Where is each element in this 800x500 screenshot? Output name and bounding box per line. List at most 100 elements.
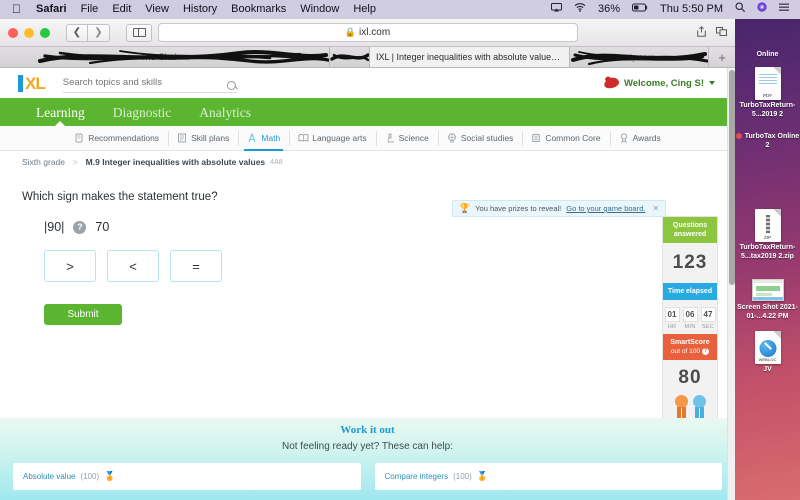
account-menu[interactable]: Welcome, Cing S! [604,78,715,89]
maximize-window-button[interactable] [40,28,50,38]
browser-tab[interactable]: ...ly.com [570,47,709,67]
subnav-item-recommendations[interactable]: Recommendations [65,126,168,151]
pdf-document-icon: PDF [755,67,781,100]
question-prompt: Which sign makes the statement true? [22,191,713,203]
submit-button[interactable]: Submit [44,304,122,325]
desktop-item-screenshot[interactable]: Screen Shot 2021-01-...4.22 PM [735,279,800,321]
help-card-link[interactable]: Compare integers [385,472,449,481]
screenshot-image-icon [752,279,784,301]
sidebar-toggle-button[interactable] [126,24,152,42]
breadcrumb-grade[interactable]: Sixth grade [22,157,65,167]
spotlight-search-icon[interactable] [730,0,750,19]
subnav-item-awards[interactable]: Awards [610,126,670,151]
subnav-item-math[interactable]: Math [238,126,289,151]
back-button[interactable]: ❮ [66,24,88,42]
battery-icon[interactable] [627,0,653,19]
siri-icon[interactable] [752,0,772,19]
menu-item-file[interactable]: File [74,0,106,19]
questions-answered-value: 123 [663,243,717,283]
desktop-item-turbotax-zip[interactable]: ZIP TurboTaxReturn-5...tax2019 2.zip [735,209,800,261]
help-icon[interactable]: ? [702,348,709,355]
menu-item-edit[interactable]: Edit [105,0,138,19]
scrollbar-thumb[interactable] [729,70,735,285]
work-it-out-subtitle: Not feeling ready yet? These can help: [0,441,735,452]
help-card-compare-integers[interactable]: Compare integers (100) 🏅 [375,463,723,490]
tab-label: The Chain... [140,52,189,62]
subnav-label: Recommendations [88,133,159,143]
address-bar-url: ixl.com [359,27,390,38]
choice-greater-than[interactable]: > [44,250,96,282]
smartscore-label: SmartScore out of 100? [663,334,717,360]
subnav-label: Skill plans [191,133,229,143]
forward-button[interactable]: ❯ [88,24,110,42]
desktop-item-turbotax-online-2[interactable]: TurboTax Online 2 [735,133,800,150]
question-mark-icon: ? [73,221,86,234]
desktop-item-online-label[interactable]: Online [735,51,800,60]
search-input[interactable] [63,77,238,88]
browser-tab[interactable]: The Chain... [0,47,330,67]
airplay-icon[interactable] [546,0,567,19]
webloc-safari-icon: WEBLOC [755,331,781,364]
new-tab-button[interactable]: + [709,47,735,67]
subnav-label: Social studies [461,133,513,143]
menu-item-view[interactable]: View [138,0,176,19]
ixl-logo[interactable]: XL [18,75,45,92]
share-icon[interactable] [697,26,706,40]
apple-menu-icon[interactable]:  [6,0,29,19]
subnav-label: Common Core [545,133,600,143]
answer-choices: > < = [44,250,713,282]
nav-item-analytics[interactable]: Analytics [185,105,265,126]
award-ribbon-icon [693,395,706,419]
wifi-icon[interactable] [569,0,591,19]
open-book-icon [298,133,308,143]
menu-item-history[interactable]: History [176,0,224,19]
redaction-scribble [330,47,370,67]
help-card-link[interactable]: Absolute value [23,472,75,481]
ixl-site-header: XL Welcome, Cing S! [0,68,735,98]
subnav-item-skill-plans[interactable]: Skill plans [168,126,238,151]
window-controls[interactable] [8,28,50,38]
award-ribbon-icon [675,395,688,419]
breadcrumb-separator: > [73,158,78,167]
subnav-label: Language arts [312,133,366,143]
help-card-absolute-value[interactable]: Absolute value (100) 🏅 [13,463,361,490]
choice-less-than[interactable]: < [107,250,159,282]
help-card-count: (100) [453,472,472,481]
help-card-count: (100) [80,472,99,481]
page-scrollbar[interactable] [727,68,735,500]
search-icon[interactable] [227,77,236,95]
subnav-item-social-studies[interactable]: Social studies [438,126,522,151]
subnav-item-science[interactable]: Science [376,126,438,151]
expression-left: |⁲90| [44,220,64,234]
menu-item-window[interactable]: Window [293,0,346,19]
menu-item-bookmarks[interactable]: Bookmarks [224,0,293,19]
subnav-item-common-core[interactable]: Common Core [522,126,609,151]
desktop-label: Online [735,51,800,60]
subnav-label: Math [261,133,280,143]
choice-equal[interactable]: = [170,250,222,282]
search-box[interactable] [63,74,238,93]
close-window-button[interactable] [8,28,18,38]
chevron-down-icon [709,81,715,85]
secondary-nav: Recommendations Skill plans Math Languag… [0,126,735,151]
tab-label: IXL | Integer inequalities with absolute… [376,52,563,62]
address-bar[interactable]: 🔒 ixl.com [158,23,578,42]
welcome-label: Welcome, Cing S! [624,78,704,89]
menu-bar-clock[interactable]: Thu 5:50 PM [655,0,728,19]
minimize-window-button[interactable] [24,28,34,38]
desktop-item-turbotax-pdf[interactable]: PDF TurboTaxReturn-5...2019 2 [735,67,800,119]
nav-item-diagnostic[interactable]: Diagnostic [99,105,186,126]
notification-center-icon[interactable] [774,0,794,19]
book-icon [177,133,187,143]
questions-answered-label: Questions answered [663,217,717,243]
menu-item-help[interactable]: Help [346,0,383,19]
browser-tab[interactable] [330,47,370,67]
menu-item-safari[interactable]: Safari [29,0,74,19]
subnav-item-language-arts[interactable]: Language arts [289,126,375,151]
time-hours: 01 HR [665,307,680,330]
desktop-item-webloc[interactable]: WEBLOC JV [735,331,800,375]
award-ribbons [663,395,717,419]
nav-item-learning[interactable]: Learning [22,105,99,126]
browser-tab-active[interactable]: IXL | Integer inequalities with absolute… [370,47,570,67]
show-tabs-icon[interactable] [716,27,727,39]
